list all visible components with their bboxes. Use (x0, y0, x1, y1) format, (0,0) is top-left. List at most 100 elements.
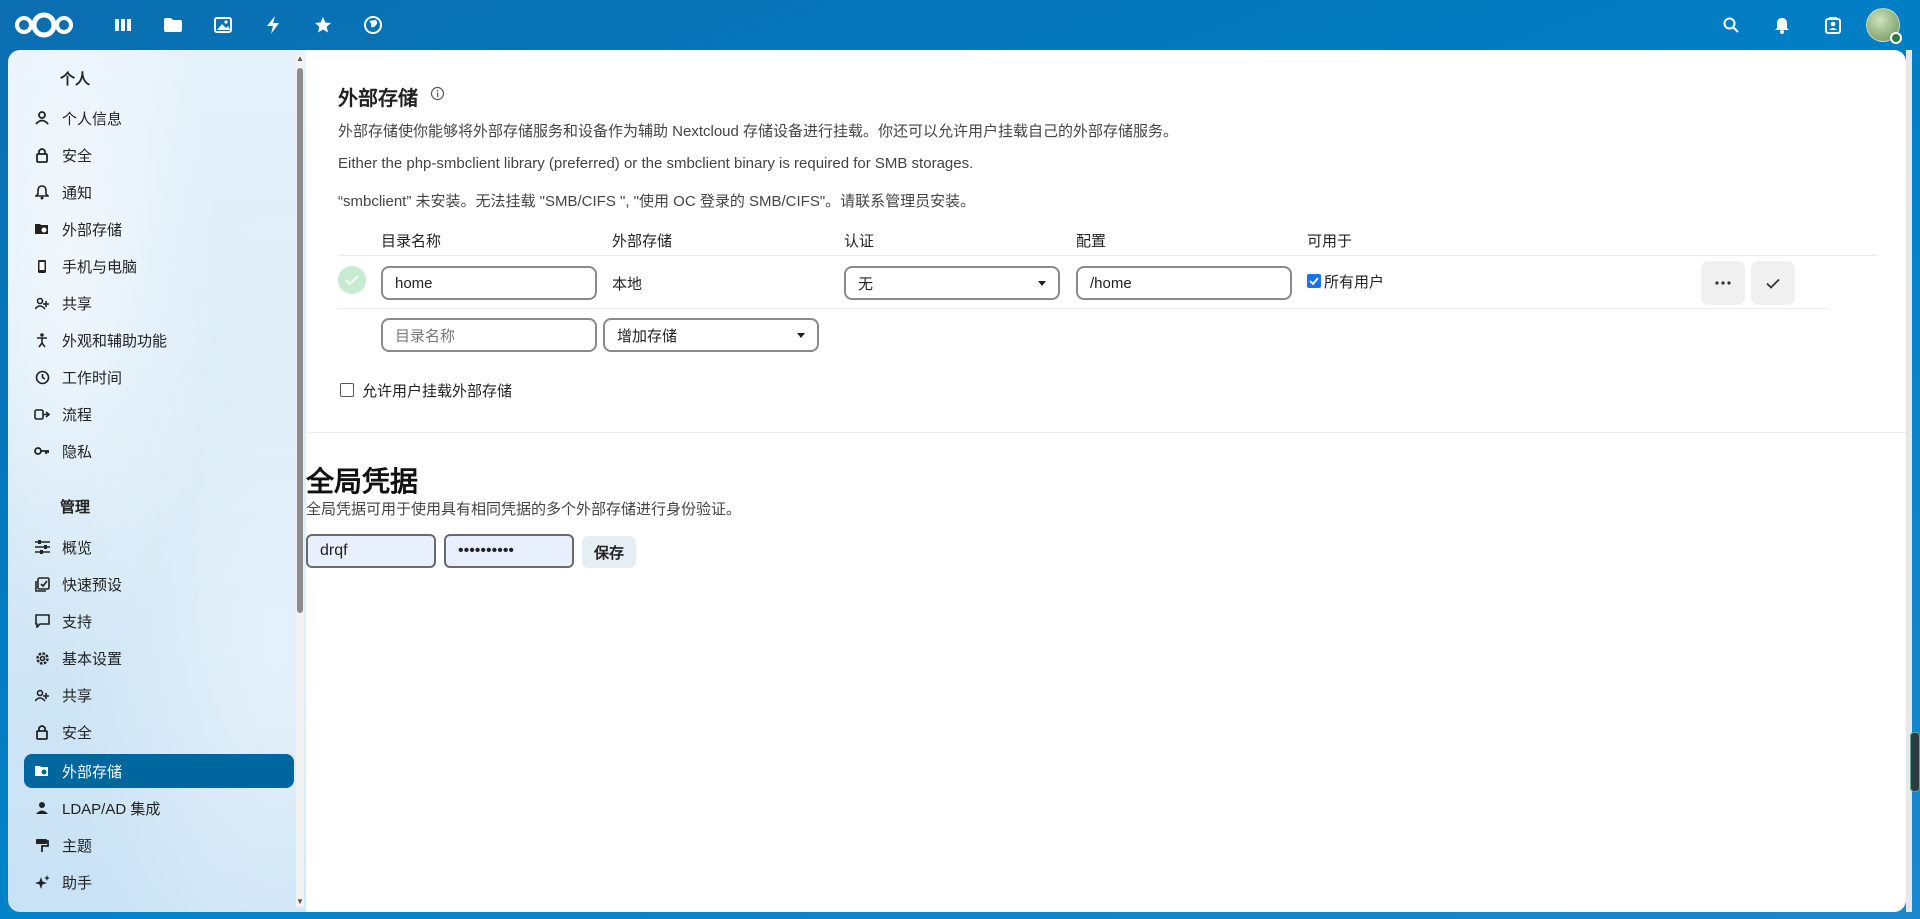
page-title: 外部存储 (338, 88, 418, 110)
sidebar-item-personal-external-storage[interactable]: 外部存储 (24, 212, 294, 246)
folder-name-input[interactable]: home (381, 266, 597, 300)
smbclient-warning: “smbclient” 未安装。无法挂载 "SMB/CIFS ", "使用 OC… (338, 193, 976, 210)
sidebar-item-admin-sharing[interactable]: 共享 (24, 678, 294, 712)
settings-sidebar: 个人 个人信息 安全 通知 外部存储 手机与电脑 共享 外观和辅助功能 工作时间… (8, 50, 306, 912)
support-icon (32, 611, 52, 631)
sidebar-item-label: 基本设置 (62, 650, 123, 668)
nextcloud-logo[interactable] (12, 10, 76, 40)
scroll-up-icon[interactable]: ▲ (295, 54, 305, 64)
sidebar-item-accessibility[interactable]: 外观和辅助功能 (24, 323, 294, 357)
top-header (0, 0, 1920, 50)
allow-user-mount-checkbox[interactable] (340, 383, 354, 397)
sidebar-item-overview[interactable]: 概览 (24, 530, 294, 564)
files-icon[interactable] (158, 10, 188, 40)
sidebar-item-personal-sharing[interactable]: 共享 (24, 286, 294, 320)
add-storage-select[interactable]: 增加存储 (603, 318, 819, 352)
auth-select[interactable]: 无 (844, 266, 1060, 300)
main-content: 外部存储 外部存储使你能够将外部存储服务和设备作为辅助 Nextcloud 存储… (306, 50, 1906, 912)
sidebar-item-label: 流程 (62, 406, 93, 424)
sidebar-scrollbar-thumb[interactable] (297, 68, 303, 613)
favorites-icon[interactable] (308, 10, 338, 40)
sidebar-item-working-hours[interactable]: 工作时间 (24, 360, 294, 394)
lock-icon (32, 722, 52, 742)
share-icon (32, 685, 52, 705)
external-storage-icon (32, 761, 52, 781)
sidebar-item-personal-info[interactable]: 个人信息 (24, 101, 294, 135)
add-storage-label: 增加存储 (617, 327, 678, 345)
sidebar-item-assistant[interactable]: 助手 (24, 865, 294, 899)
column-header-config: 配置 (1076, 233, 1107, 250)
global-password-input[interactable]: •••••••••• (444, 534, 574, 568)
sidebar-item-label: 主题 (62, 837, 93, 855)
chevron-down-icon (797, 332, 805, 338)
auth-select-value: 无 (858, 275, 874, 293)
new-folder-name-input[interactable]: 目录名称 (381, 318, 597, 352)
sidebar-item-label: 外部存储 (62, 221, 123, 239)
user-icon (32, 108, 52, 128)
activity-icon[interactable] (258, 10, 288, 40)
sidebar-item-label: 安全 (62, 147, 93, 165)
contacts-icon[interactable] (1818, 10, 1848, 40)
sidebar-item-admin-external-storage[interactable]: 外部存储 (24, 754, 294, 788)
allow-user-mount-label: 允许用户挂载外部存储 (362, 383, 513, 400)
sidebar-item-label: 共享 (62, 687, 93, 705)
backend-label: 本地 (612, 276, 643, 293)
info-icon[interactable] (430, 86, 445, 105)
sidebar-item-privacy[interactable]: 隐私 (24, 434, 294, 468)
section-divider (306, 432, 1906, 433)
external-storage-icon (32, 219, 52, 239)
sidebar-item-mobile-desktop[interactable]: 手机与电脑 (24, 249, 294, 283)
column-header-backend: 外部存储 (612, 233, 673, 250)
sidebar-item-label: 外观和辅助功能 (62, 332, 168, 350)
more-options-button[interactable] (1701, 261, 1745, 305)
sidebar-item-notifications[interactable]: 通知 (24, 175, 294, 209)
gear-icon (32, 648, 52, 668)
row-divider (338, 255, 1878, 256)
lock-icon (32, 145, 52, 165)
sidebar-item-flow[interactable]: 流程 (24, 397, 294, 431)
clock-icon (32, 367, 52, 387)
column-header-folder: 目录名称 (381, 233, 442, 250)
sidebar-item-basic-settings[interactable]: 基本设置 (24, 641, 294, 675)
smb-note: Either the php-smbclient library (prefer… (338, 155, 974, 172)
section-administration: 管理 (60, 499, 91, 516)
confirm-button[interactable] (1751, 261, 1795, 305)
sidebar-item-presets[interactable]: 快速预设 (24, 567, 294, 601)
sidebar-item-security[interactable]: 安全 (24, 138, 294, 172)
sidebar-item-label: 安全 (62, 724, 93, 742)
bell-icon[interactable] (1767, 10, 1797, 40)
accessibility-icon (32, 330, 52, 350)
sidebar-item-label: 隐私 (62, 443, 93, 461)
dashboard-icon[interactable] (108, 10, 138, 40)
bell-icon (32, 182, 52, 202)
sidebar-item-label: LDAP/AD 集成 (62, 800, 161, 818)
search-icon[interactable] (1716, 10, 1746, 40)
flow-icon (32, 404, 52, 424)
sidebar-item-label: 工作时间 (62, 369, 123, 387)
save-button[interactable]: 保存 (582, 536, 636, 568)
user-icon (32, 798, 52, 818)
sidebar-item-label: 个人信息 (62, 110, 123, 128)
scroll-down-icon[interactable]: ▼ (295, 897, 305, 907)
available-all-users-checkbox[interactable] (1307, 274, 1321, 288)
sidebar-item-label: 概览 (62, 539, 93, 557)
photos-icon[interactable] (208, 10, 238, 40)
global-credentials-title: 全局凭据 (306, 466, 419, 497)
sidebar-item-theming[interactable]: 主题 (24, 828, 294, 862)
sidebar-item-ldap[interactable]: LDAP/AD 集成 (24, 791, 294, 825)
presets-icon (32, 574, 52, 594)
sliders-icon (32, 537, 52, 557)
sidebar-item-admin-security[interactable]: 安全 (24, 715, 294, 749)
chevron-down-icon (1038, 280, 1046, 286)
column-header-available: 可用于 (1307, 233, 1353, 250)
sidebar-item-support[interactable]: 支持 (24, 604, 294, 638)
status-online-icon (1890, 32, 1902, 44)
column-header-auth: 认证 (844, 233, 875, 250)
row-divider (338, 308, 1828, 309)
config-path-input[interactable]: /home (1076, 266, 1292, 300)
sidebar-item-label: 共享 (62, 295, 93, 313)
side-handle[interactable] (1910, 732, 1920, 792)
global-username-input[interactable]: drqf (306, 534, 436, 568)
sidebar-item-label: 外部存储 (62, 763, 123, 781)
globe-icon[interactable] (358, 10, 388, 40)
